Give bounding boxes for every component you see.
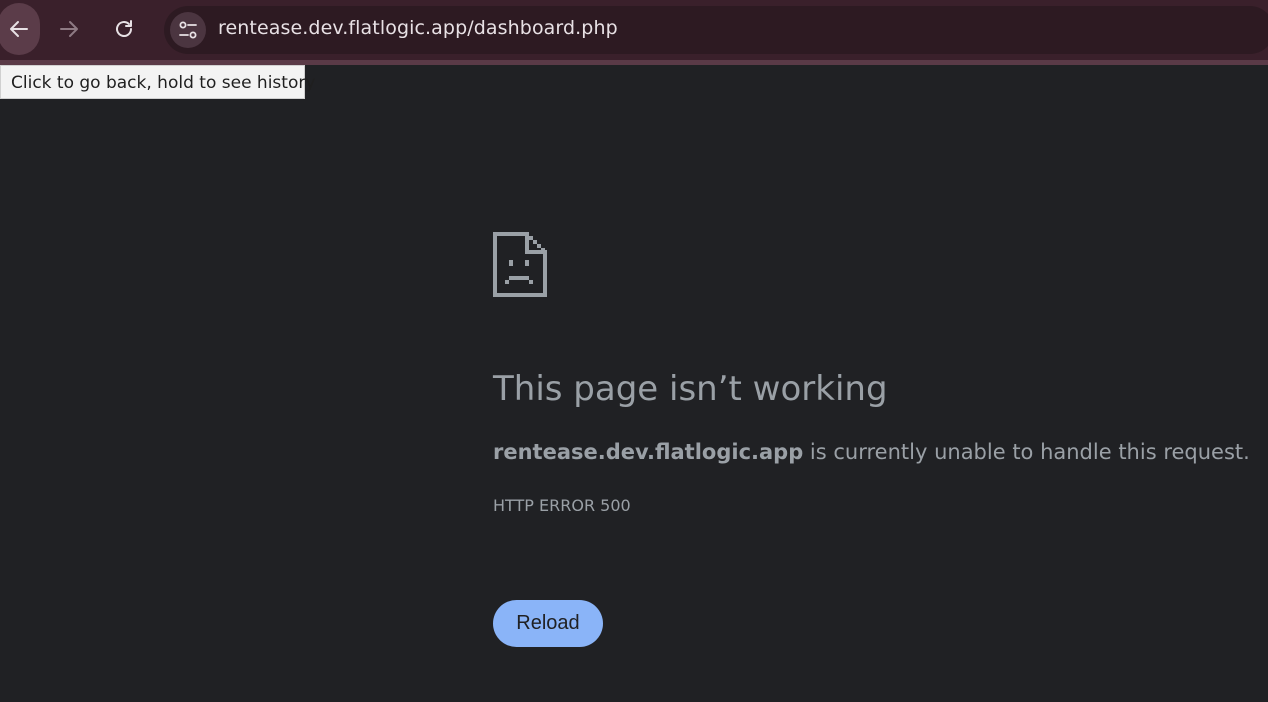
tune-icon — [179, 21, 197, 39]
back-button-tooltip: Click to go back, hold to see history — [0, 65, 315, 99]
arrow-left-icon — [10, 21, 28, 37]
error-title: This page isn’t working — [493, 369, 888, 409]
site-info-button[interactable] — [170, 12, 206, 48]
reload-button[interactable]: Reload — [493, 600, 603, 647]
url-text[interactable]: rentease.dev.flatlogic.app/dashboard.php — [218, 17, 618, 39]
reload-nav-button[interactable] — [106, 4, 142, 54]
back-button[interactable] — [0, 3, 40, 55]
error-message: is currently unable to handle this reque… — [803, 440, 1250, 464]
error-description: rentease.dev.flatlogic.app is currently … — [493, 440, 1250, 464]
refresh-icon — [116, 20, 132, 37]
sad-document-icon — [493, 232, 547, 297]
error-host: rentease.dev.flatlogic.app — [493, 440, 804, 464]
forward-button[interactable] — [51, 4, 87, 54]
error-code: HTTP ERROR 500 — [493, 496, 631, 515]
arrow-right-icon — [60, 21, 78, 37]
